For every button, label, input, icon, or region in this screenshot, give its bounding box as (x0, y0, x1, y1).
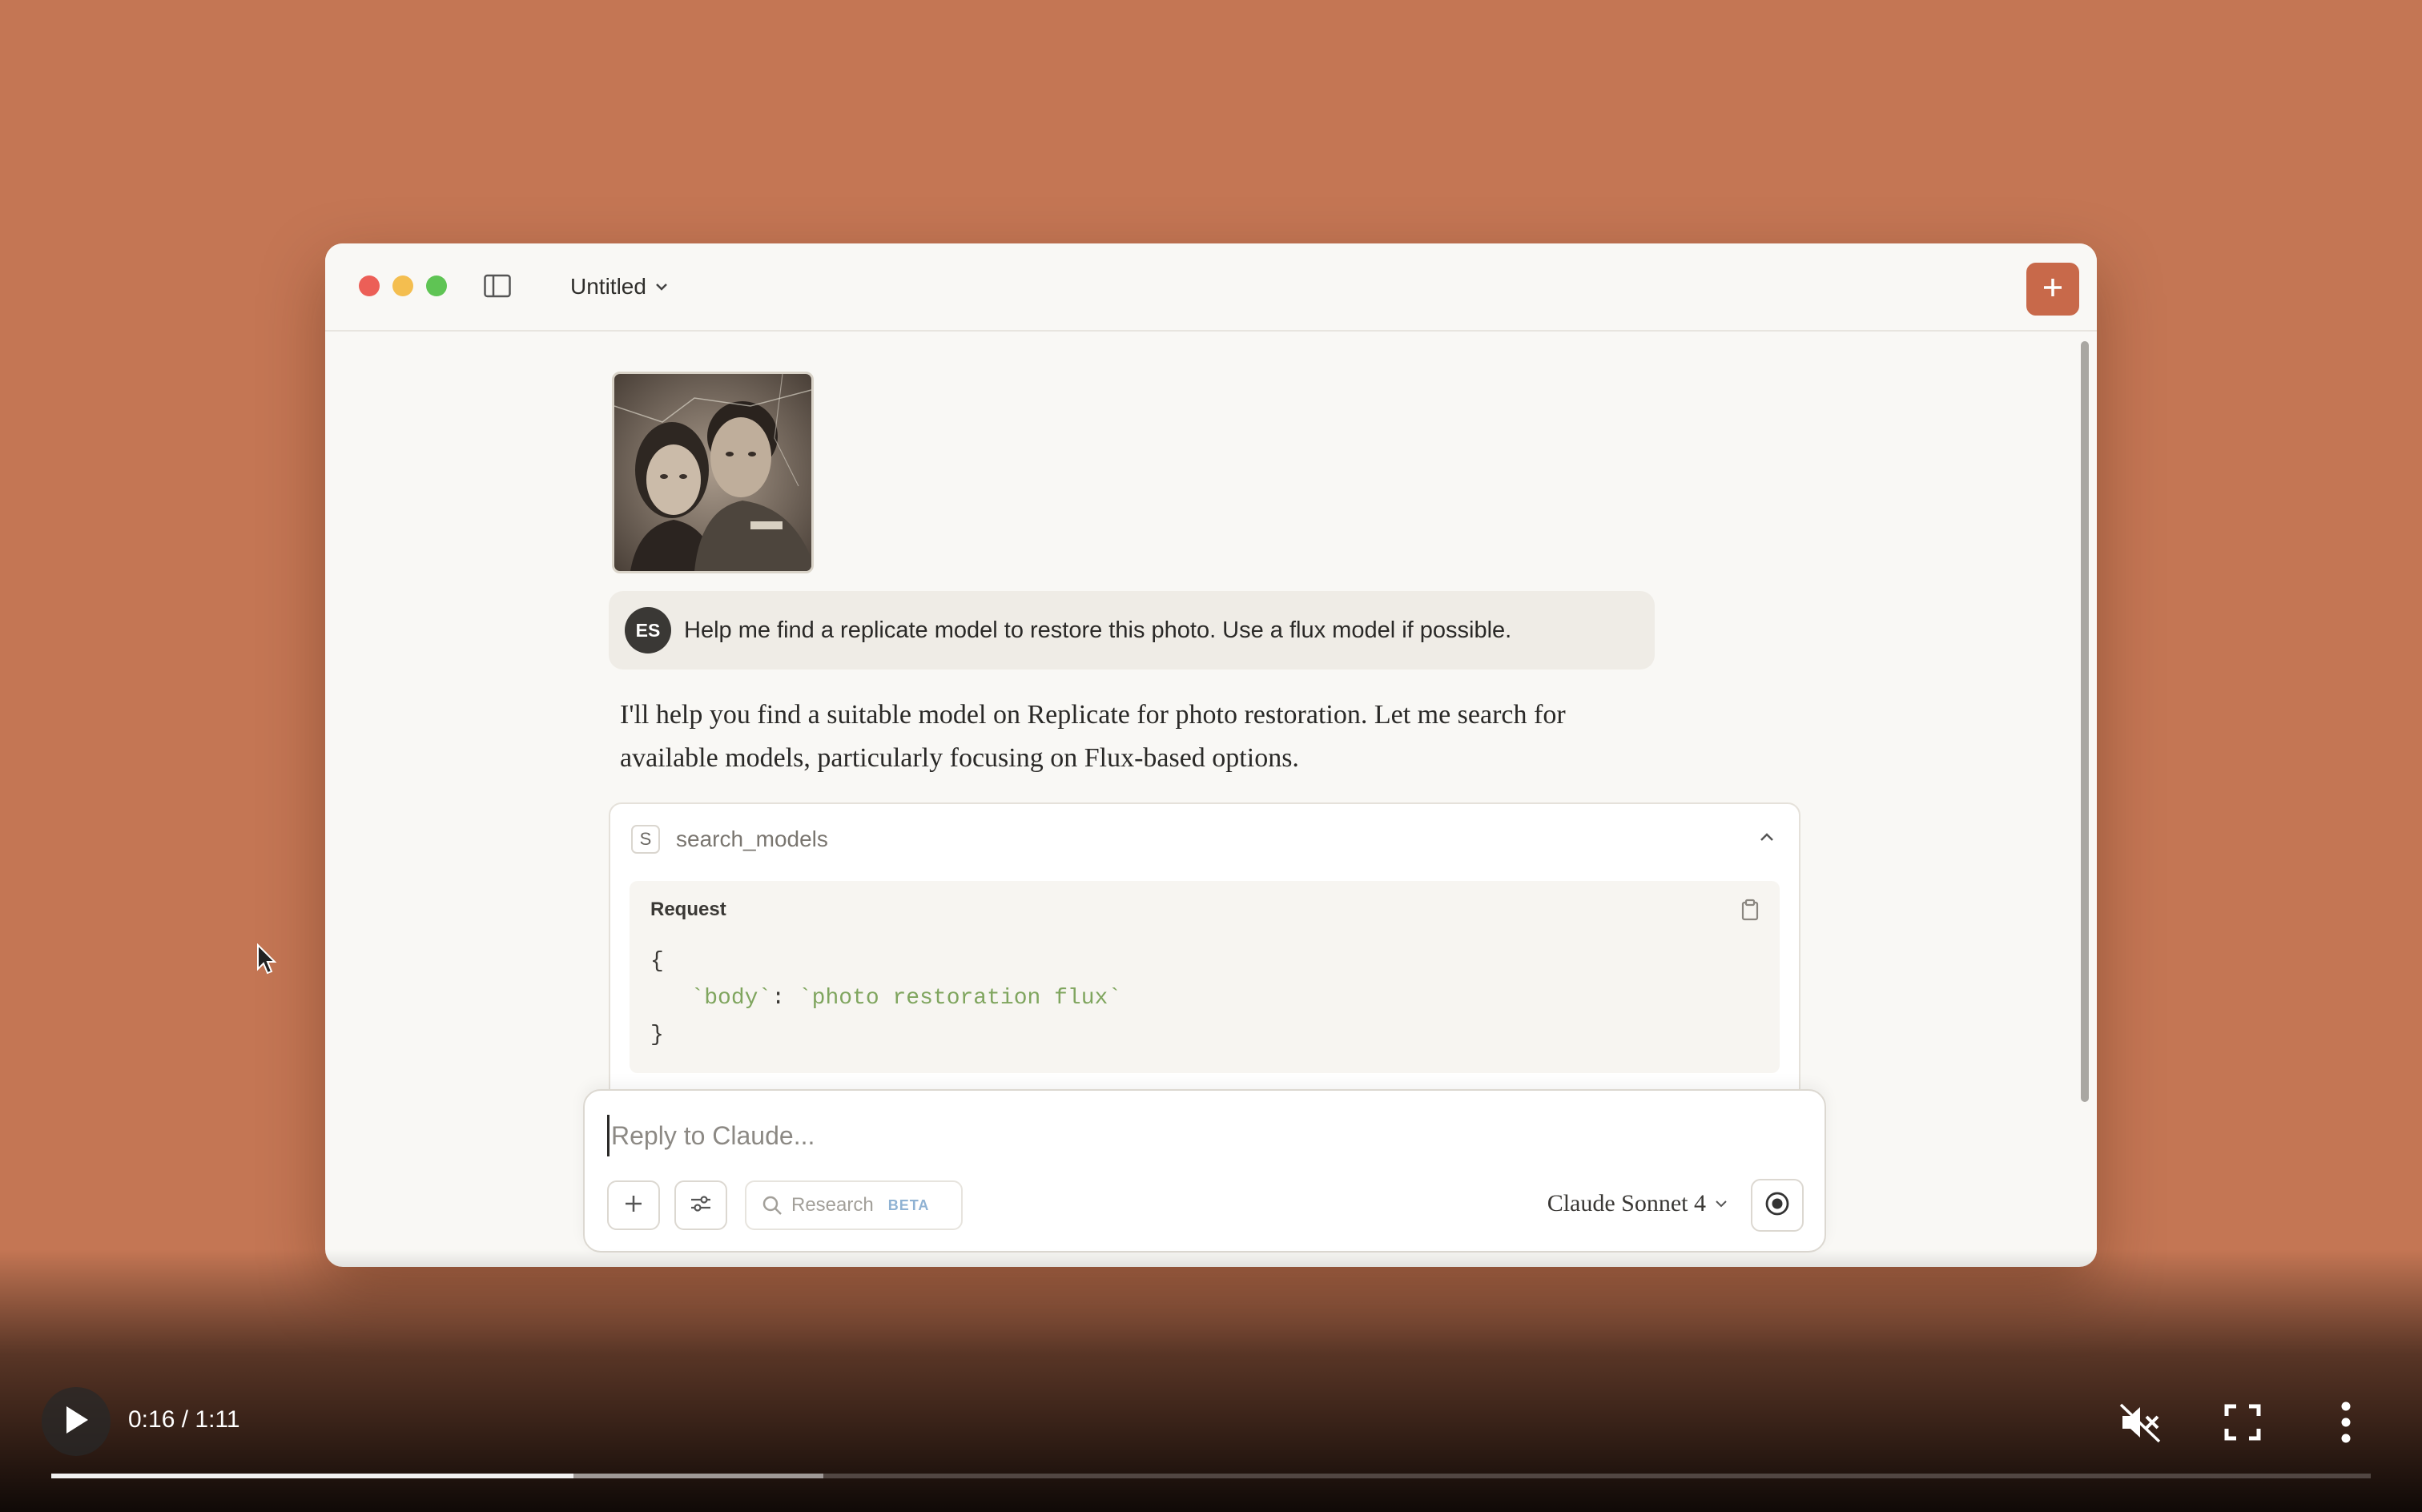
beta-badge: BETA (887, 1196, 930, 1213)
app-window: Untitled ES Help me find a replicate mod… (325, 243, 2097, 1267)
request-label: Request (650, 899, 726, 920)
reply-input[interactable] (607, 1115, 1734, 1156)
zoom-window-button[interactable] (426, 275, 447, 296)
time-display: 0:16 / 1:11 (128, 1406, 240, 1433)
play-button[interactable] (42, 1387, 111, 1456)
request-code: { `body`: `photo restoration flux` } (650, 943, 1121, 1054)
copy-icon[interactable] (1740, 899, 1760, 921)
close-window-button[interactable] (359, 275, 380, 296)
chevron-up-icon[interactable] (1757, 828, 1776, 847)
conversation-title: Untitled (570, 274, 646, 299)
minimize-window-button[interactable] (392, 275, 413, 296)
tool-name: search_models (676, 826, 828, 851)
attached-photo[interactable] (612, 372, 814, 573)
chevron-down-icon (654, 274, 669, 300)
video-frame: Untitled ES Help me find a replicate mod… (0, 0, 2422, 1512)
mouse-cursor-icon (256, 943, 277, 975)
code-colon: : (771, 986, 799, 1011)
chevron-down-icon (1714, 1190, 1728, 1217)
progress-played (51, 1474, 573, 1478)
play-icon (62, 1404, 91, 1440)
code-key: `body` (690, 986, 772, 1011)
video-controls-overlay (0, 1249, 2422, 1512)
code-value: `photo restoration flux` (798, 986, 1122, 1011)
record-icon (1764, 1190, 1791, 1221)
tool-call-header[interactable]: S search_models (610, 804, 1799, 876)
assistant-message-line: available models, particularly focusing … (620, 743, 1299, 773)
avatar: ES (625, 607, 671, 653)
model-name: Claude Sonnet 4 (1547, 1190, 1706, 1216)
add-attachment-button[interactable] (607, 1180, 660, 1230)
user-message: ES Help me find a replicate model to res… (609, 591, 1655, 670)
tools-settings-button[interactable] (674, 1180, 727, 1230)
video-progress-bar[interactable] (51, 1474, 2371, 1478)
sidebar-toggle-icon[interactable] (484, 274, 511, 298)
research-label: Research (791, 1194, 874, 1216)
plus-icon (623, 1193, 644, 1218)
model-selector[interactable]: Claude Sonnet 4 (1547, 1190, 1728, 1217)
assistant-message-line: I'll help you find a suitable model on R… (620, 700, 1566, 730)
request-panel: Request { `body`: `photo restoration flu… (630, 881, 1780, 1073)
voice-mode-button[interactable] (1751, 1179, 1804, 1232)
sliders-icon (690, 1194, 712, 1217)
code-brace: } (650, 1023, 664, 1048)
more-options-icon[interactable] (2327, 1400, 2364, 1445)
fullscreen-icon[interactable] (2223, 1403, 2262, 1442)
new-chat-button[interactable] (2026, 263, 2079, 316)
user-message-text: Help me find a replicate model to restor… (684, 617, 1512, 643)
research-toggle-button[interactable]: Research BETA (745, 1180, 963, 1230)
assistant-message: I'll help you find a suitable model on R… (620, 694, 1741, 780)
conversation-title-dropdown[interactable]: Untitled (570, 271, 669, 303)
code-brace: { (650, 949, 664, 974)
tool-call-card: S search_models Request { `body`: `photo… (609, 802, 1800, 1126)
reply-composer: Research BETA Claude Sonnet 4 (583, 1089, 1826, 1253)
tool-badge: S (631, 825, 660, 854)
muted-volume-icon[interactable] (2118, 1400, 2162, 1445)
plus-icon (2041, 275, 2065, 304)
search-icon (761, 1194, 783, 1216)
title-bar: Untitled (325, 243, 2097, 332)
scrollbar[interactable] (2081, 341, 2089, 1102)
